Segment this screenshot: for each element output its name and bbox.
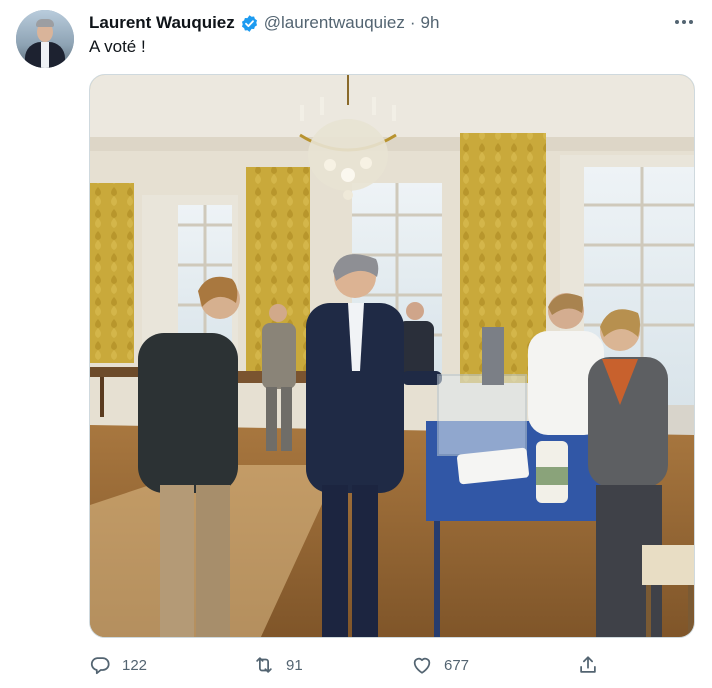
tweet-photo[interactable] (89, 74, 695, 638)
author-handle[interactable]: @laurentwauquiez (264, 13, 405, 33)
share-icon (580, 656, 596, 673)
voting-room-photo (90, 75, 694, 637)
reply-button[interactable]: 122 (89, 652, 147, 678)
reply-icon (90, 657, 110, 675)
like-button[interactable]: 677 (411, 652, 469, 678)
reply-count: 122 (122, 656, 148, 674)
tweet-timestamp[interactable]: 9h (421, 13, 440, 33)
tweet-text: A voté ! (89, 37, 146, 56)
share-button[interactable] (577, 652, 610, 678)
more-options-button[interactable] (670, 10, 698, 34)
author-name[interactable]: Laurent Wauquiez (89, 13, 235, 33)
avatar[interactable] (16, 10, 74, 68)
more-dots-icon (675, 20, 679, 24)
like-icon (413, 657, 431, 674)
tweet-header: Laurent Wauquiez @laurentwauquiez · 9h (89, 12, 439, 34)
tweet-actions: 122 91 677 (89, 652, 609, 678)
separator-dot: · (409, 13, 416, 32)
like-count: 677 (444, 656, 470, 674)
verified-badge-icon (241, 14, 257, 32)
retweet-icon (256, 657, 272, 673)
retweet-count: 91 (286, 656, 303, 674)
retweet-button[interactable]: 91 (253, 652, 303, 678)
tweet-card[interactable]: Laurent Wauquiez @laurentwauquiez · 9h A… (0, 0, 712, 688)
